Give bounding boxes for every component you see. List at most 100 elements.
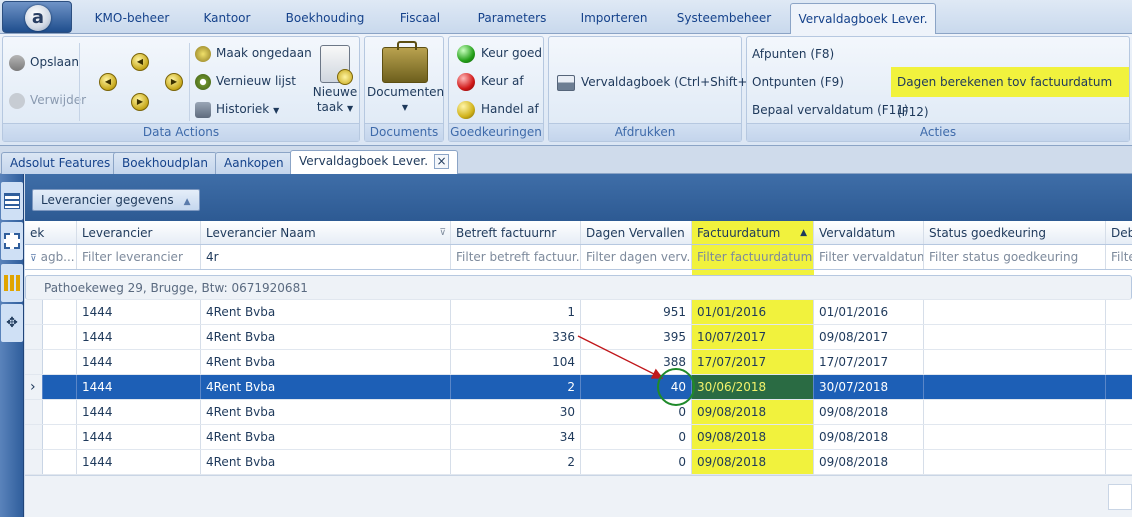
- table-cell[interactable]: [924, 450, 1106, 474]
- documents-button[interactable]: Documenten ▼: [367, 41, 444, 115]
- cell-factuurnr[interactable]: 2: [451, 375, 581, 399]
- table-cell[interactable]: [43, 300, 77, 324]
- filter-factuurdatum-input[interactable]: Filter factuurdatum: [692, 245, 814, 269]
- refresh-list-button[interactable]: Vernieuw lijst: [195, 70, 296, 92]
- table-row[interactable]: › 1444 4Rent Bvba 2 40 30/06/2018 30/07/2018: [25, 375, 1132, 400]
- cell-factuurdatum[interactable]: 10/07/2017: [692, 325, 814, 349]
- tab-kantoor[interactable]: Kantoor: [188, 8, 266, 30]
- cell-leverancier-naam[interactable]: 4Rent Bvba: [201, 350, 451, 374]
- cell-dagen-vervallen[interactable]: 40: [581, 375, 692, 399]
- cell-vervaldatum[interactable]: 01/01/2016: [814, 300, 924, 324]
- filter-status-input[interactable]: Filter status goedkeuring: [924, 245, 1106, 269]
- cell-factuurdatum[interactable]: 09/08/2018: [692, 400, 814, 424]
- table-cell[interactable]: [43, 325, 77, 349]
- delete-button[interactable]: Verwijder: [9, 89, 86, 111]
- table-row[interactable]: 1444 4Rent Bvba 30 0 09/08/2018 09/08/2018: [25, 400, 1132, 425]
- table-cell[interactable]: [43, 350, 77, 374]
- cell-leverancier[interactable]: 1444: [77, 425, 201, 449]
- tab-kmo-beheer[interactable]: KMO-beheer: [84, 8, 180, 30]
- doc-tab-adsolut-features[interactable]: Adsolut Features: [1, 152, 120, 174]
- table-cell[interactable]: [924, 425, 1106, 449]
- approve-button[interactable]: Keur goed: [457, 42, 542, 64]
- filter-dagen-input[interactable]: Filter dagen verv...: [581, 245, 692, 269]
- history-dropdown[interactable]: Historiek ▼: [195, 98, 279, 120]
- cell-leverancier[interactable]: 1444: [77, 300, 201, 324]
- filter-cell[interactable]: ⊽ agb...: [25, 245, 77, 269]
- column-header-dagen-vervallen[interactable]: Dagen Vervallen: [581, 221, 692, 244]
- handle-button[interactable]: Handel af: [457, 98, 539, 120]
- tab-systeembeheer[interactable]: Systeembeheer: [668, 8, 780, 30]
- filter-icon[interactable]: ⊽: [439, 221, 446, 244]
- nav-previous-icon[interactable]: ◀: [131, 53, 149, 71]
- cell-leverancier-naam[interactable]: 4Rent Bvba: [201, 300, 451, 324]
- cell-factuurdatum[interactable]: 09/08/2018: [692, 450, 814, 474]
- column-header-deb[interactable]: Deb: [1106, 221, 1132, 244]
- nav-first-icon[interactable]: ◀: [99, 73, 117, 91]
- table-cell[interactable]: [1106, 325, 1132, 349]
- cell-leverancier-naam[interactable]: 4Rent Bvba: [201, 450, 451, 474]
- column-header-betreft-factuurnr[interactable]: Betreft factuurnr: [451, 221, 581, 244]
- cell-leverancier[interactable]: 1444: [77, 400, 201, 424]
- column-header[interactable]: ek: [25, 221, 77, 244]
- cell-leverancier[interactable]: 1444: [77, 450, 201, 474]
- filter-deb-input[interactable]: Filte: [1106, 245, 1132, 269]
- cell-dagen-vervallen[interactable]: 0: [581, 400, 692, 424]
- afpunten-button[interactable]: Afpunten (F8): [752, 44, 834, 64]
- cell-dagen-vervallen[interactable]: 951: [581, 300, 692, 324]
- cell-leverancier-naam[interactable]: 4Rent Bvba: [201, 325, 451, 349]
- cell-leverancier-naam[interactable]: 4Rent Bvba: [201, 425, 451, 449]
- cell-leverancier-naam[interactable]: 4Rent Bvba: [201, 375, 451, 399]
- table-row[interactable]: 1444 4Rent Bvba 2 0 09/08/2018 09/08/2018: [25, 450, 1132, 475]
- column-header-vervaldatum[interactable]: Vervaldatum: [814, 221, 924, 244]
- table-cell[interactable]: [924, 375, 1106, 399]
- cell-leverancier[interactable]: 1444: [77, 375, 201, 399]
- cell-vervaldatum[interactable]: 09/08/2018: [814, 400, 924, 424]
- grid-view-tool[interactable]: [1, 182, 23, 220]
- table-cell[interactable]: [43, 400, 77, 424]
- table-cell[interactable]: [924, 400, 1106, 424]
- table-cell[interactable]: [1106, 425, 1132, 449]
- table-cell[interactable]: [1106, 300, 1132, 324]
- cell-factuurnr[interactable]: 30: [451, 400, 581, 424]
- group-row[interactable]: Pathoekeweg 29, Brugge, Btw: 0671920681: [25, 275, 1132, 300]
- tab-boekhouding[interactable]: Boekhouding: [274, 8, 376, 30]
- tab-vervaldagboek-lever[interactable]: Vervaldagboek Lever.: [790, 3, 936, 35]
- cell-dagen-vervallen[interactable]: 0: [581, 425, 692, 449]
- cell-factuurnr[interactable]: 2: [451, 450, 581, 474]
- table-cell[interactable]: [1106, 400, 1132, 424]
- filter-factuurnr-input[interactable]: Filter betreft factuur...: [451, 245, 581, 269]
- table-row[interactable]: 1444 4Rent Bvba 34 0 09/08/2018 09/08/2018: [25, 425, 1132, 450]
- group-by-chip-leverancier[interactable]: Leverancier gegevens ▲: [32, 189, 200, 211]
- bepaal-vervaldatum-button[interactable]: Bepaal vervaldatum (F11): [752, 100, 909, 120]
- close-icon[interactable]: ×: [434, 154, 450, 169]
- table-cell[interactable]: [924, 300, 1106, 324]
- table-row[interactable]: 1444 4Rent Bvba 104 388 17/07/2017 17/07/2017: [25, 350, 1132, 375]
- ontpunten-button[interactable]: Ontpunten (F9): [752, 72, 844, 92]
- cell-factuurdatum[interactable]: 17/07/2017: [692, 350, 814, 374]
- table-cell[interactable]: [1106, 350, 1132, 374]
- doc-tab-boekhoudplan[interactable]: Boekhoudplan: [113, 152, 217, 174]
- table-cell[interactable]: [1106, 375, 1132, 399]
- table-cell[interactable]: [924, 325, 1106, 349]
- column-header-leverancier[interactable]: Leverancier: [77, 221, 201, 244]
- column-header-status-goedkeuring[interactable]: Status goedkeuring: [924, 221, 1106, 244]
- chart-view-tool[interactable]: [1, 264, 23, 302]
- cell-dagen-vervallen[interactable]: 388: [581, 350, 692, 374]
- column-header-factuurdatum[interactable]: Factuurdatum ▲: [692, 221, 814, 244]
- cell-factuurdatum[interactable]: 01/01/2016: [692, 300, 814, 324]
- card-view-tool[interactable]: [1, 222, 23, 260]
- table-row[interactable]: 1444 4Rent Bvba 1 951 01/01/2016 01/01/2016: [25, 300, 1132, 325]
- undo-button[interactable]: Maak ongedaan: [195, 42, 312, 64]
- column-header-leverancier-naam[interactable]: Leverancier Naam ⊽: [201, 221, 451, 244]
- pivot-tool[interactable]: ✥: [1, 304, 23, 342]
- reject-button[interactable]: Keur af: [457, 70, 524, 92]
- save-button[interactable]: Opslaan: [9, 51, 79, 73]
- nav-next-icon[interactable]: ▶: [131, 93, 149, 111]
- cell-dagen-vervallen[interactable]: 0: [581, 450, 692, 474]
- print-vervaldagboek-button[interactable]: Vervaldagboek (Ctrl+Shift+V): [557, 71, 760, 93]
- table-cell[interactable]: [43, 450, 77, 474]
- cell-leverancier[interactable]: 1444: [77, 325, 201, 349]
- tab-parameters[interactable]: Parameters: [464, 8, 560, 30]
- dagen-berekenen-button[interactable]: Dagen berekenen tov factuurdatum (F12): [891, 67, 1129, 119]
- filter-vervaldatum-input[interactable]: Filter vervaldatum: [814, 245, 924, 269]
